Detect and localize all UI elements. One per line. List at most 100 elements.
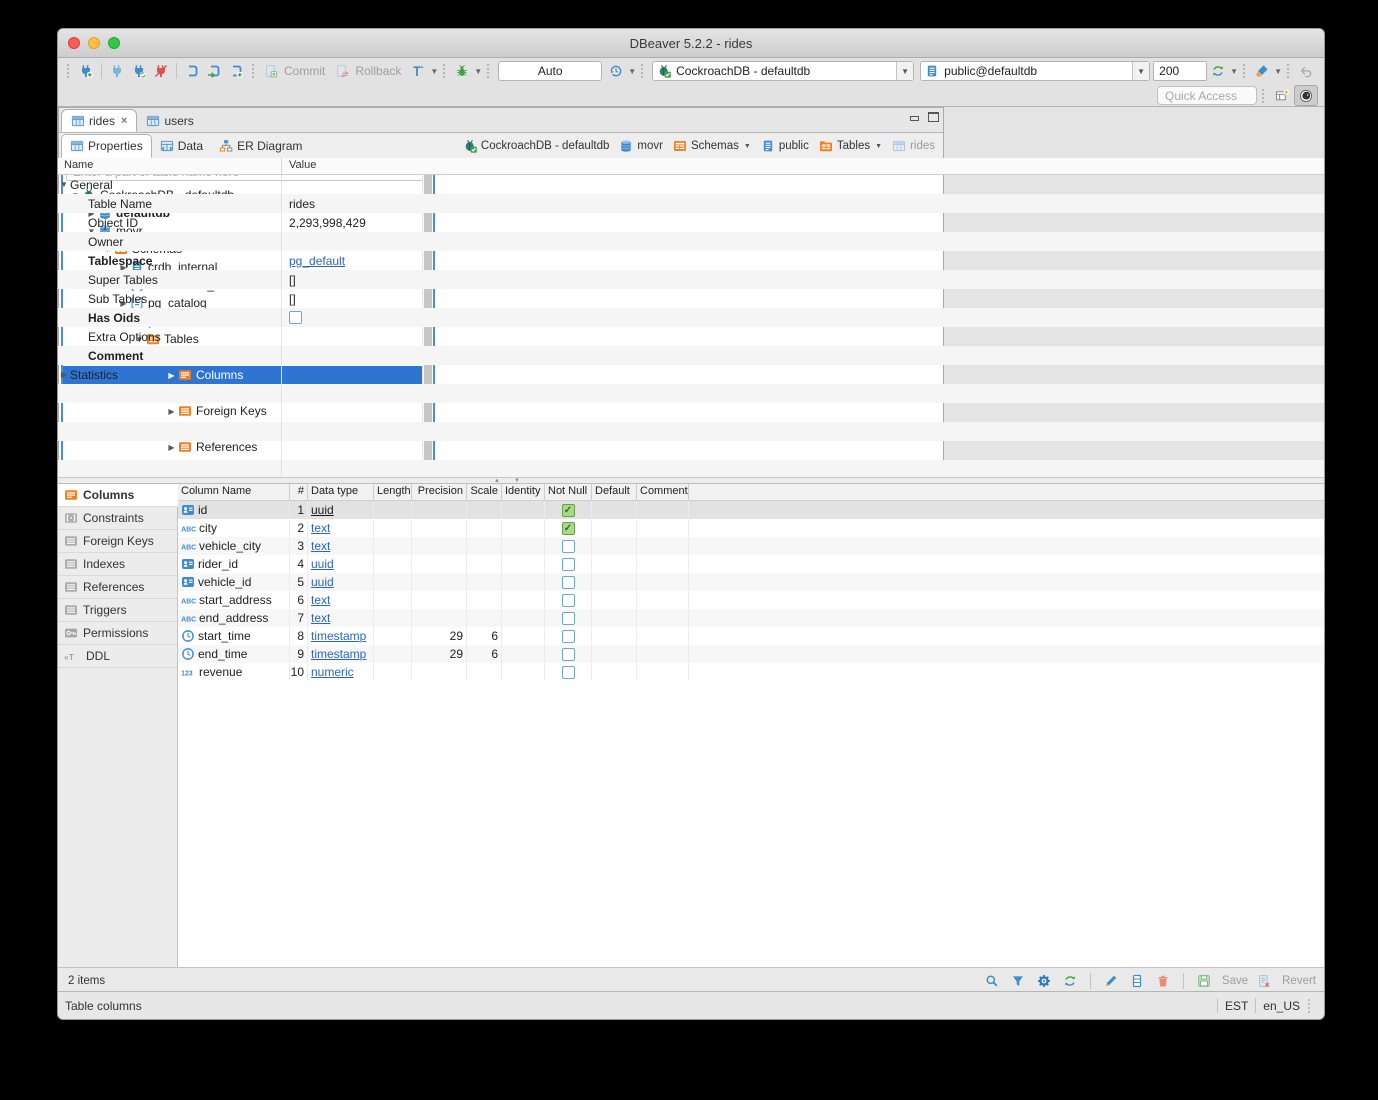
- details-tab-triggers[interactable]: Triggers: [58, 599, 177, 622]
- not-null-checkbox[interactable]: [562, 612, 575, 625]
- property-value-cell[interactable]: []: [281, 289, 1324, 308]
- property-row-statistics[interactable]: ▶Statistics: [58, 365, 1324, 384]
- column-type-link[interactable]: uuid: [311, 503, 334, 517]
- open-perspective-icon[interactable]: [1270, 85, 1294, 106]
- debug-icon[interactable]: [451, 61, 473, 81]
- quick-access-input[interactable]: [1157, 86, 1257, 105]
- sql-format-icon[interactable]: [1251, 61, 1273, 81]
- column-row-start-time[interactable]: start_time8timestamp296: [178, 627, 1324, 645]
- property-row-tablespace[interactable]: Tablespacepg_default: [58, 251, 1324, 270]
- property-value-cell[interactable]: [281, 232, 1324, 251]
- minimize-editor-icon[interactable]: [909, 112, 920, 122]
- schema-combo-arrow[interactable]: ▼: [1132, 62, 1149, 80]
- subtab-er-diagram[interactable]: ER Diagram: [211, 134, 310, 158]
- not-null-checkbox[interactable]: [562, 576, 575, 589]
- transaction-history-icon[interactable]: [605, 61, 627, 81]
- property-row-sub-tables[interactable]: Sub Tables[]: [58, 289, 1324, 308]
- property-value-cell[interactable]: 2,293,998,429: [281, 213, 1324, 232]
- property-value-cell[interactable]: []: [281, 270, 1324, 289]
- property-value-link[interactable]: pg_default: [289, 254, 345, 268]
- column-row-start-address[interactable]: ABCstart_address6text: [178, 591, 1324, 609]
- connection-combo-arrow[interactable]: ▼: [896, 62, 913, 80]
- property-row-comment[interactable]: Comment: [58, 346, 1324, 365]
- property-value-cell[interactable]: [281, 346, 1324, 365]
- column-row-vehicle-id[interactable]: vehicle_id5uuid: [178, 573, 1324, 591]
- save-button[interactable]: Save: [1222, 975, 1248, 987]
- schema-combo[interactable]: public@defaultdb ▼: [920, 61, 1150, 81]
- property-row-has-oids[interactable]: Has Oids: [58, 308, 1324, 327]
- sql-editor-icon[interactable]: [181, 61, 203, 81]
- transaction-history-caret[interactable]: ▼: [628, 67, 636, 76]
- column-type-link[interactable]: timestamp: [311, 629, 366, 643]
- property-value-cell[interactable]: rides: [281, 194, 1324, 213]
- connect-icon[interactable]: [106, 61, 128, 81]
- new-connection-icon[interactable]: [75, 61, 97, 81]
- fetch-size-input[interactable]: [1153, 61, 1207, 81]
- close-icon[interactable]: ×: [121, 115, 127, 127]
- column-header-data-type[interactable]: Data type: [308, 484, 374, 500]
- breadcrumb-item-cockroachdb-defaultdb[interactable]: CockroachDB - defaultdb: [463, 139, 609, 153]
- column-header-scale[interactable]: Scale: [467, 484, 502, 500]
- column-row-revenue[interactable]: 123revenue10numeric: [178, 663, 1324, 681]
- has-oids-checkbox[interactable]: [289, 311, 302, 324]
- column-header-precision[interactable]: Precision: [412, 484, 467, 500]
- subtab-data[interactable]: Data: [152, 134, 211, 158]
- sql-format-caret[interactable]: ▼: [1274, 67, 1282, 76]
- details-tab-constraints[interactable]: Constraints: [58, 507, 177, 530]
- property-value-cell[interactable]: [281, 175, 1324, 194]
- not-null-checkbox[interactable]: ✓: [562, 522, 575, 535]
- rollback-icon[interactable]: [331, 61, 353, 81]
- rollback-label[interactable]: Rollback: [355, 64, 401, 78]
- delete-icon[interactable]: [1153, 971, 1173, 991]
- property-value-cell[interactable]: [281, 365, 1324, 384]
- revert-icon[interactable]: [1254, 971, 1274, 991]
- column-row-city[interactable]: ABCcity2text✓: [178, 519, 1324, 537]
- not-null-checkbox[interactable]: ✓: [562, 504, 575, 517]
- collapse-arrow-icon[interactable]: ▼: [58, 180, 70, 189]
- column-type-link[interactable]: numeric: [311, 665, 354, 679]
- details-tab-indexes[interactable]: Indexes: [58, 553, 177, 576]
- column-type-link[interactable]: text: [311, 539, 330, 553]
- column-row-end-time[interactable]: end_time9timestamp296: [178, 645, 1324, 663]
- new-sql-editor-icon[interactable]: [225, 61, 247, 81]
- disconnect-icon[interactable]: [150, 61, 172, 81]
- chevron-down-icon[interactable]: ▼: [744, 143, 751, 150]
- dbeaver-perspective-icon[interactable]: [1294, 85, 1318, 106]
- column-header-length[interactable]: Length: [374, 484, 412, 500]
- refresh-caret[interactable]: ▼: [1230, 67, 1238, 76]
- details-tab-permissions[interactable]: Permissions: [58, 622, 177, 645]
- undo-icon[interactable]: [1295, 61, 1317, 81]
- transaction-log-icon[interactable]: [407, 61, 429, 81]
- column-type-link[interactable]: uuid: [311, 557, 334, 571]
- column-header-identity[interactable]: Identity: [502, 484, 545, 500]
- columns-config-icon[interactable]: [1127, 971, 1147, 991]
- column-type-link[interactable]: text: [311, 521, 330, 535]
- transaction-log-caret[interactable]: ▼: [430, 67, 438, 76]
- reconnect-icon[interactable]: [128, 61, 150, 81]
- chevron-down-icon[interactable]: ▼: [875, 143, 882, 150]
- property-row-owner[interactable]: Owner: [58, 232, 1324, 251]
- properties-col-value[interactable]: Value: [281, 158, 1324, 174]
- column-row-id[interactable]: id1uuid✓: [178, 501, 1324, 519]
- expand-arrow-icon[interactable]: ▶: [58, 370, 70, 379]
- not-null-checkbox[interactable]: [562, 648, 575, 661]
- refresh-cycle-icon[interactable]: [1207, 61, 1229, 81]
- debug-caret[interactable]: ▼: [474, 67, 482, 76]
- title-bar[interactable]: DBeaver 5.2.2 - rides: [58, 29, 1324, 58]
- property-value-cell[interactable]: pg_default: [281, 251, 1324, 270]
- breadcrumb-item-public[interactable]: public: [761, 139, 809, 153]
- commit-label[interactable]: Commit: [284, 64, 325, 78]
- breadcrumb-item-movr[interactable]: movr: [619, 139, 663, 153]
- breadcrumb-item-tables[interactable]: Tables▼: [819, 139, 882, 153]
- column-header-not-null[interactable]: Not Null: [545, 484, 592, 500]
- column-row-vehicle-city[interactable]: ABCvehicle_city3text: [178, 537, 1324, 555]
- column-header-default[interactable]: Default: [592, 484, 637, 500]
- property-row-table-name[interactable]: Table Namerides: [58, 194, 1324, 213]
- search-icon[interactable]: [982, 971, 1002, 991]
- subtab-properties[interactable]: Properties: [61, 134, 152, 158]
- splitter-sash[interactable]: ▲ ▼: [58, 477, 1324, 484]
- column-type-link[interactable]: timestamp: [311, 647, 366, 661]
- revert-button[interactable]: Revert: [1282, 975, 1316, 987]
- not-null-checkbox[interactable]: [562, 594, 575, 607]
- column-row-end-address[interactable]: ABCend_address7text: [178, 609, 1324, 627]
